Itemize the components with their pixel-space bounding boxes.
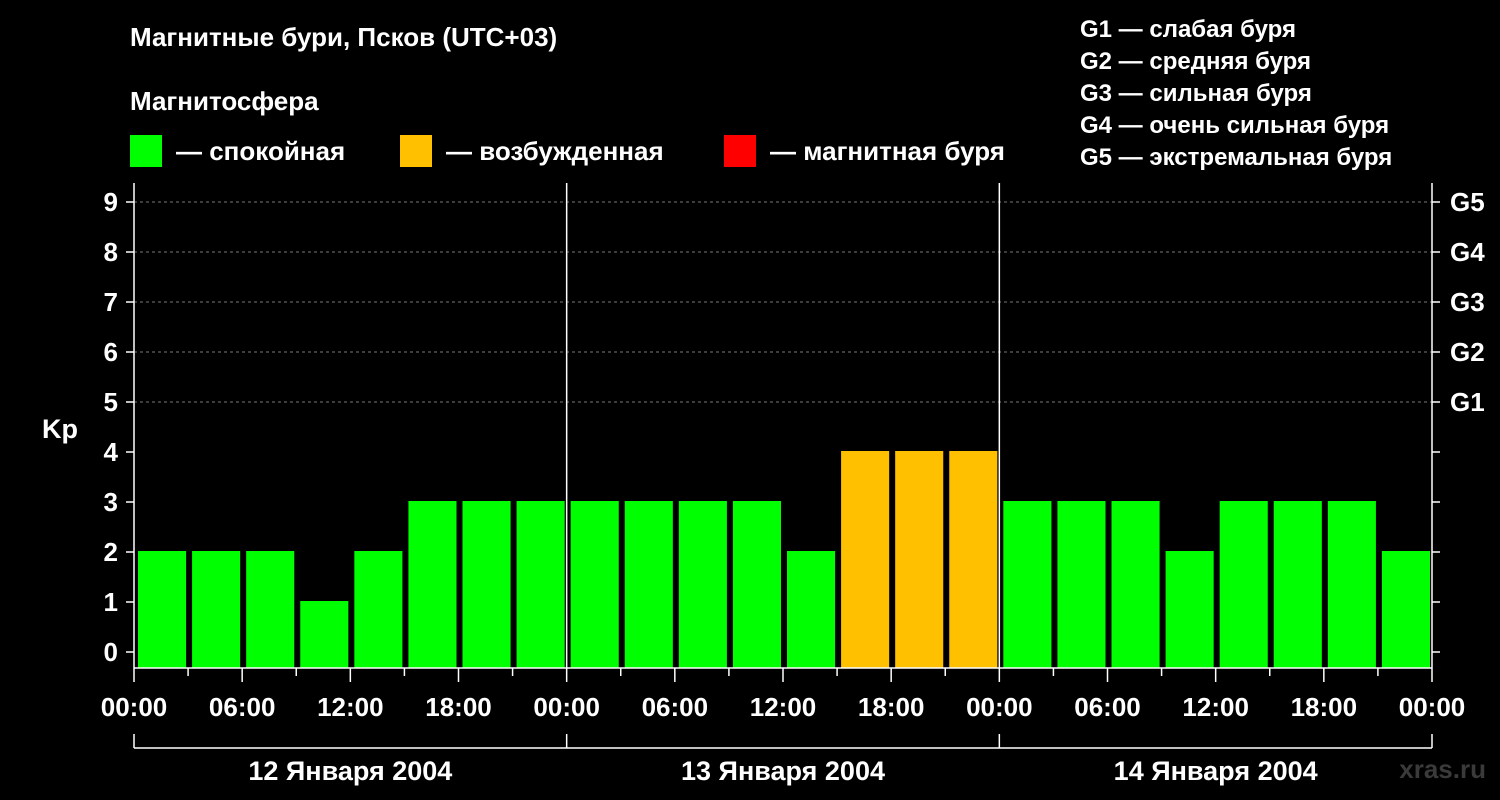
y-tick-label-3: 3 (104, 487, 118, 517)
y-tick-label-0: 0 (104, 637, 118, 667)
g-level-label-g3: G3 (1450, 287, 1485, 317)
x-tick-label-1: 06:00 (209, 692, 276, 722)
bar-0 (138, 551, 187, 668)
bar-8 (570, 501, 619, 668)
y-tick-label-8: 8 (104, 237, 118, 267)
y-tick-label-7: 7 (104, 287, 118, 317)
x-tick-label-11: 18:00 (1291, 692, 1358, 722)
g-level-label-g2: G2 (1450, 337, 1485, 367)
x-tick-label-6: 12:00 (750, 692, 817, 722)
x-tick-label-0: 00:00 (101, 692, 168, 722)
y-tick-label-4: 4 (104, 437, 119, 467)
y-tick-label-5: 5 (104, 387, 118, 417)
g-level-label-g1: G1 (1450, 387, 1485, 417)
bar-16 (1003, 501, 1052, 668)
x-tick-label-7: 18:00 (858, 692, 925, 722)
x-tick-label-3: 18:00 (425, 692, 492, 722)
bar-1 (192, 551, 241, 668)
day-label-2: 14 Января 2004 (1114, 756, 1318, 786)
x-tick-label-5: 06:00 (642, 692, 709, 722)
bar-10 (678, 501, 727, 668)
x-tick-label-12: 00:00 (1399, 692, 1466, 722)
bar-3 (300, 601, 349, 668)
bar-14 (895, 451, 944, 668)
bar-17 (1057, 501, 1106, 668)
bar-12 (787, 551, 836, 668)
y-tick-label-9: 9 (104, 187, 118, 217)
bar-21 (1273, 501, 1322, 668)
x-tick-label-10: 12:00 (1182, 692, 1249, 722)
y-tick-label-6: 6 (104, 337, 118, 367)
bar-7 (516, 501, 565, 668)
bar-20 (1219, 501, 1268, 668)
bar-5 (408, 501, 457, 668)
bar-22 (1327, 501, 1376, 668)
bar-13 (841, 451, 890, 668)
kp-bar-chart: 0 1 2 3 4 5 6 7 8 9 Kp G1 G2 G3 G4 G5 00:00 06:00 12:00 18:… (42, 183, 1485, 786)
x-tick-label-4: 00:00 (533, 692, 600, 722)
y-tick-label-2: 2 (104, 537, 118, 567)
bar-2 (246, 551, 295, 668)
bar-4 (354, 551, 403, 668)
x-tick-label-8: 00:00 (966, 692, 1033, 722)
g-level-label-g4: G4 (1450, 237, 1485, 267)
bar-19 (1165, 551, 1214, 668)
day-label-0: 12 Января 2004 (248, 756, 452, 786)
bar-11 (732, 501, 781, 668)
y-axis-label: Kp (42, 414, 78, 444)
bar-18 (1111, 501, 1160, 668)
bar-6 (462, 501, 511, 668)
y-tick-label-1: 1 (104, 587, 118, 617)
x-tick-label-9: 06:00 (1074, 692, 1141, 722)
g-level-label-g5: G5 (1450, 187, 1485, 217)
x-tick-label-2: 12:00 (317, 692, 384, 722)
day-label-1: 13 Января 2004 (681, 756, 885, 786)
bar-15 (949, 451, 998, 668)
watermark: xras.ru (1399, 754, 1486, 784)
bar-9 (624, 501, 673, 668)
bar-23 (1381, 551, 1430, 668)
